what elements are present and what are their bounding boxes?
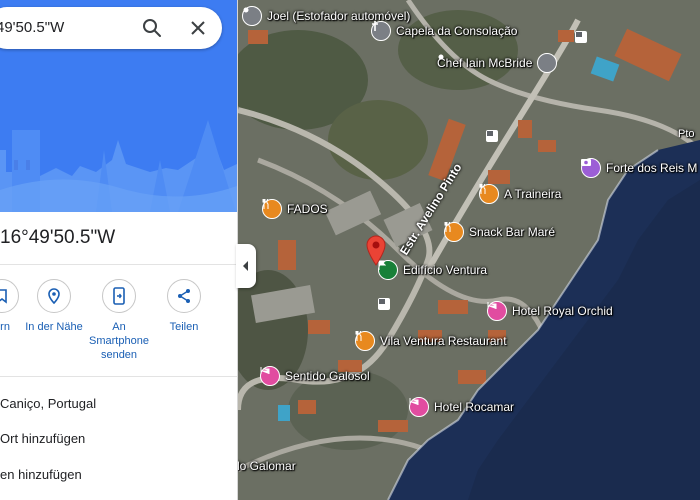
send-to-phone-icon [113,287,125,305]
restaurant-icon [355,331,375,351]
poi-label: Pto [678,128,695,140]
poi-label: Snack Bar Maré [469,225,556,239]
poi-label: Hotel Rocamar [434,400,515,414]
close-icon[interactable] [186,16,210,40]
poi-label: Vila Ventura Restaurant [380,334,507,348]
church-icon [371,21,391,41]
pin-icon [242,6,262,26]
divider [0,376,237,377]
nearby-icon [48,288,60,305]
chevron-left-icon [243,261,248,271]
search-box[interactable]: 49'50.5"W [0,7,222,49]
poi-galomar[interactable]: do Galomar [238,459,296,473]
poi-label: Chef Iain McBride [437,56,533,70]
divider [0,264,237,265]
send-to-phone-label: An Smartphone senden [89,321,149,361]
add-place-row[interactable]: Ort hinzufügen [0,431,85,446]
poi-edificio[interactable]: Edifício Ventura [378,260,487,280]
bus-stop-icon[interactable] [575,31,587,43]
share-label: Teilen [169,321,199,333]
nearby-button[interactable]: In der Nähe [18,279,90,334]
poi-label: A Traineira [504,187,562,201]
send-to-phone-button[interactable]: An Smartphone senden [83,279,155,362]
restaurant-icon [479,184,499,204]
poi-fados[interactable]: FADOS [262,199,328,219]
collapse-panel-button[interactable] [236,244,256,288]
camera-icon [581,158,601,178]
pin-icon [438,53,558,73]
search-icon[interactable] [140,16,164,40]
poi-label: do Galomar [238,459,296,473]
poi-label: FADOS [287,202,328,216]
poi-label: Capela da Consolação [396,24,518,38]
poi-label: Hotel Royal Orchid [512,304,613,318]
share-button[interactable]: Teilen [148,279,220,334]
poi-label: Forte dos Reis M [606,161,698,175]
hero-illustration: 49'50.5"W [0,0,237,212]
poi-traineira[interactable]: A Traineira [479,184,561,204]
satellite-map[interactable]: Estr. Avelino Pinto Joel (Estofador auto… [238,0,700,500]
restaurant-icon [262,199,282,219]
place-title: 16°49'50.5"W [0,227,116,248]
poi-royal[interactable]: Hotel Royal Orchid [487,301,613,321]
poi-forte[interactable]: Forte dos Reis M [581,158,697,178]
bus-stop-icon[interactable] [486,130,498,142]
location-pin-icon [366,235,386,266]
restaurant-icon [444,222,464,242]
hotel-icon [409,397,429,417]
poi-edge[interactable]: Pto [678,128,695,140]
save-icon [0,289,7,304]
poi-capela[interactable]: Capela da Consolação [371,21,517,41]
poi-sentido[interactable]: Sentido Galosol [260,366,370,386]
poi-snackbar[interactable]: Snack Bar Maré [444,222,555,242]
poi-label: Edifício Ventura [403,263,488,277]
share-icon [178,289,190,303]
hotel-icon [487,301,507,321]
poi-vila[interactable]: Vila Ventura Restaurant [355,331,507,351]
add-label-row[interactable]: en hinzufügen [0,467,82,482]
search-input[interactable]: 49'50.5"W [0,19,64,36]
selected-location-pin[interactable] [365,234,387,266]
nearby-label: In der Nähe [25,321,83,333]
bus-stop-icon[interactable] [378,298,390,310]
poi-chef[interactable]: Chef Iain McBride [437,53,558,73]
poi-rocamar[interactable]: Hotel Rocamar [409,397,514,417]
address-row[interactable]: Caniço, Portugal [0,396,96,411]
map-imagery [238,0,700,500]
poi-label: Sentido Galosol [285,369,370,383]
hotel-icon [260,366,280,386]
place-panel: 49'50.5"W 16°49'50.5"W ern In der Nähe A… [0,0,238,500]
